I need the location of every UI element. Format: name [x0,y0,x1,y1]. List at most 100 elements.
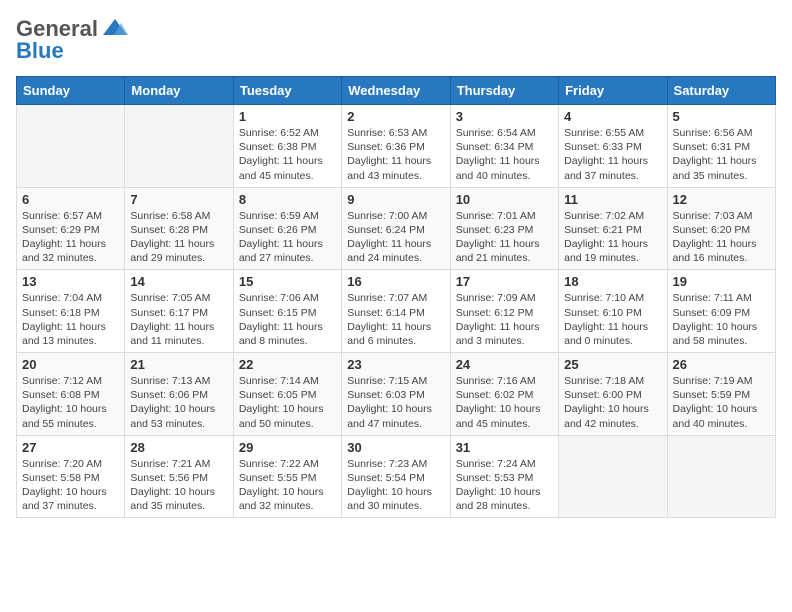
week-row-2: 6Sunrise: 6:57 AM Sunset: 6:29 PM Daylig… [17,187,776,270]
day-info: Sunrise: 7:03 AM Sunset: 6:20 PM Dayligh… [673,209,770,266]
day-info: Sunrise: 7:00 AM Sunset: 6:24 PM Dayligh… [347,209,444,266]
calendar-cell: 25 Sunrise: 7:18 AM Sunset: 6:00 PM Dayli… [559,353,667,436]
day-number: 28 [130,440,227,455]
calendar-cell: 27 Sunrise: 7:20 AM Sunset: 5:58 PM Dayli… [17,435,125,518]
day-number: 9 [347,192,444,207]
day-number: 20 [22,357,119,372]
calendar-cell [17,105,125,188]
day-info: Sunrise: 7:09 AM Sunset: 6:12 PM Dayligh… [456,291,553,348]
day-number: 27 [22,440,119,455]
day-number: 7 [130,192,227,207]
calendar-cell: 10 Sunrise: 7:01 AM Sunset: 6:23 PM Dayli… [450,187,558,270]
calendar-cell: 8 Sunrise: 6:59 AM Sunset: 6:26 PM Daylig… [233,187,341,270]
day-number: 17 [456,274,553,289]
calendar-cell: 31 Sunrise: 7:24 AM Sunset: 5:53 PM Dayli… [450,435,558,518]
calendar-cell: 22 Sunrise: 7:14 AM Sunset: 6:05 PM Dayli… [233,353,341,436]
day-info: Sunrise: 7:20 AM Sunset: 5:58 PM Dayligh… [22,457,119,514]
day-info: Sunrise: 7:05 AM Sunset: 6:17 PM Dayligh… [130,291,227,348]
day-info: Sunrise: 7:24 AM Sunset: 5:53 PM Dayligh… [456,457,553,514]
day-number: 10 [456,192,553,207]
day-number: 19 [673,274,770,289]
calendar-cell: 14 Sunrise: 7:05 AM Sunset: 6:17 PM Dayli… [125,270,233,353]
calendar-cell [125,105,233,188]
calendar-cell: 3Sunrise: 6:54 AM Sunset: 6:34 PM Daylig… [450,105,558,188]
logo: General Blue [16,16,129,64]
day-number: 23 [347,357,444,372]
day-number: 26 [673,357,770,372]
day-info: Sunrise: 7:07 AM Sunset: 6:14 PM Dayligh… [347,291,444,348]
calendar-body: 1 Sunrise: 6:52 AM Sunset: 6:38 PM Daylig… [17,105,776,518]
calendar-cell [559,435,667,518]
day-info: Sunrise: 7:21 AM Sunset: 5:56 PM Dayligh… [130,457,227,514]
calendar-cell: 16 Sunrise: 7:07 AM Sunset: 6:14 PM Dayli… [342,270,450,353]
calendar-cell: 11 Sunrise: 7:02 AM Sunset: 6:21 PM Dayli… [559,187,667,270]
day-info: Sunrise: 6:58 AM Sunset: 6:28 PM Dayligh… [130,209,227,266]
day-info: Sunrise: 7:01 AM Sunset: 6:23 PM Dayligh… [456,209,553,266]
day-info: Sunrise: 6:57 AM Sunset: 6:29 PM Dayligh… [22,209,119,266]
day-number: 3 [456,109,553,124]
day-number: 5 [673,109,770,124]
calendar-cell: 2 Sunrise: 6:53 AM Sunset: 6:36 PM Daylig… [342,105,450,188]
day-info: Sunrise: 7:23 AM Sunset: 5:54 PM Dayligh… [347,457,444,514]
day-info: Sunrise: 6:53 AM Sunset: 6:36 PM Dayligh… [347,126,444,183]
header-day-tuesday: Tuesday [233,77,341,105]
calendar-cell: 6Sunrise: 6:57 AM Sunset: 6:29 PM Daylig… [17,187,125,270]
calendar-table: SundayMondayTuesdayWednesdayThursdayFrid… [16,76,776,518]
week-row-4: 20 Sunrise: 7:12 AM Sunset: 6:08 PM Dayli… [17,353,776,436]
calendar-cell: 4 Sunrise: 6:55 AM Sunset: 6:33 PM Daylig… [559,105,667,188]
calendar-cell: 24Sunrise: 7:16 AM Sunset: 6:02 PM Dayli… [450,353,558,436]
day-number: 24 [456,357,553,372]
calendar-cell: 28 Sunrise: 7:21 AM Sunset: 5:56 PM Dayli… [125,435,233,518]
day-info: Sunrise: 6:55 AM Sunset: 6:33 PM Dayligh… [564,126,661,183]
day-info: Sunrise: 7:04 AM Sunset: 6:18 PM Dayligh… [22,291,119,348]
day-info: Sunrise: 7:14 AM Sunset: 6:05 PM Dayligh… [239,374,336,431]
day-number: 22 [239,357,336,372]
day-number: 1 [239,109,336,124]
header-day-saturday: Saturday [667,77,775,105]
week-row-5: 27 Sunrise: 7:20 AM Sunset: 5:58 PM Dayli… [17,435,776,518]
calendar-cell: 21 Sunrise: 7:13 AM Sunset: 6:06 PM Dayli… [125,353,233,436]
calendar-cell [667,435,775,518]
day-info: Sunrise: 7:12 AM Sunset: 6:08 PM Dayligh… [22,374,119,431]
day-info: Sunrise: 7:10 AM Sunset: 6:10 PM Dayligh… [564,291,661,348]
calendar-cell: 20 Sunrise: 7:12 AM Sunset: 6:08 PM Dayli… [17,353,125,436]
day-number: 21 [130,357,227,372]
day-info: Sunrise: 7:22 AM Sunset: 5:55 PM Dayligh… [239,457,336,514]
calendar-cell: 30Sunrise: 7:23 AM Sunset: 5:54 PM Dayli… [342,435,450,518]
day-info: Sunrise: 6:52 AM Sunset: 6:38 PM Dayligh… [239,126,336,183]
day-number: 18 [564,274,661,289]
day-number: 31 [456,440,553,455]
page-header: General Blue [16,16,776,64]
calendar-cell: 15 Sunrise: 7:06 AM Sunset: 6:15 PM Dayli… [233,270,341,353]
day-number: 29 [239,440,336,455]
calendar-cell: 5 Sunrise: 6:56 AM Sunset: 6:31 PM Daylig… [667,105,775,188]
day-info: Sunrise: 7:15 AM Sunset: 6:03 PM Dayligh… [347,374,444,431]
day-info: Sunrise: 7:06 AM Sunset: 6:15 PM Dayligh… [239,291,336,348]
calendar-cell: 7 Sunrise: 6:58 AM Sunset: 6:28 PM Daylig… [125,187,233,270]
day-info: Sunrise: 7:19 AM Sunset: 5:59 PM Dayligh… [673,374,770,431]
day-info: Sunrise: 6:59 AM Sunset: 6:26 PM Dayligh… [239,209,336,266]
day-info: Sunrise: 7:11 AM Sunset: 6:09 PM Dayligh… [673,291,770,348]
day-info: Sunrise: 6:56 AM Sunset: 6:31 PM Dayligh… [673,126,770,183]
calendar-cell: 13Sunrise: 7:04 AM Sunset: 6:18 PM Dayli… [17,270,125,353]
day-info: Sunrise: 7:02 AM Sunset: 6:21 PM Dayligh… [564,209,661,266]
day-number: 14 [130,274,227,289]
calendar-cell: 1 Sunrise: 6:52 AM Sunset: 6:38 PM Daylig… [233,105,341,188]
header-day-thursday: Thursday [450,77,558,105]
calendar-header: SundayMondayTuesdayWednesdayThursdayFrid… [17,77,776,105]
week-row-1: 1 Sunrise: 6:52 AM Sunset: 6:38 PM Daylig… [17,105,776,188]
day-number: 11 [564,192,661,207]
day-number: 16 [347,274,444,289]
day-info: Sunrise: 7:13 AM Sunset: 6:06 PM Dayligh… [130,374,227,431]
calendar-cell: 9 Sunrise: 7:00 AM Sunset: 6:24 PM Daylig… [342,187,450,270]
day-info: Sunrise: 7:18 AM Sunset: 6:00 PM Dayligh… [564,374,661,431]
day-number: 4 [564,109,661,124]
header-day-sunday: Sunday [17,77,125,105]
calendar-cell: 19 Sunrise: 7:11 AM Sunset: 6:09 PM Dayli… [667,270,775,353]
header-day-wednesday: Wednesday [342,77,450,105]
day-number: 15 [239,274,336,289]
day-number: 2 [347,109,444,124]
week-row-3: 13Sunrise: 7:04 AM Sunset: 6:18 PM Dayli… [17,270,776,353]
day-number: 25 [564,357,661,372]
day-number: 8 [239,192,336,207]
